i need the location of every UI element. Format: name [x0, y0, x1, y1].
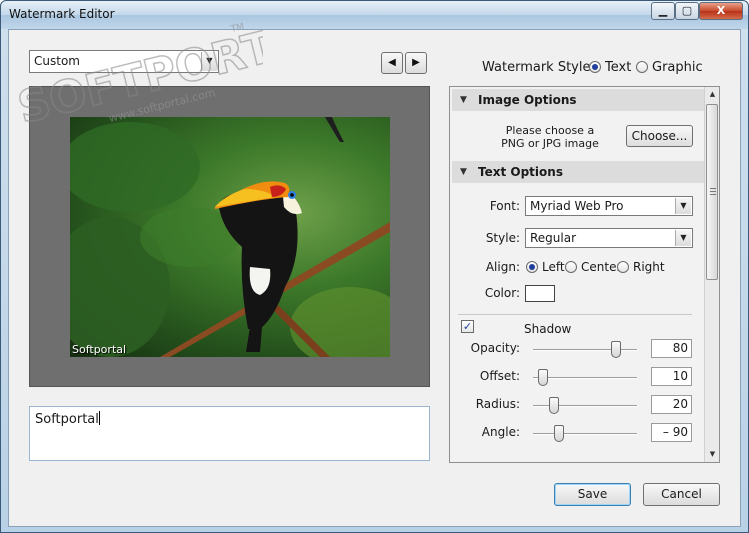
- angle-value: – 90: [662, 425, 688, 439]
- opacity-slider-thumb[interactable]: [611, 341, 622, 358]
- previous-preset-button[interactable]: ◀: [381, 52, 403, 74]
- style-radio-graphic[interactable]: Graphic: [636, 60, 703, 75]
- style-radio-text[interactable]: Text: [589, 60, 631, 75]
- maximize-button[interactable]: ▢: [675, 2, 699, 20]
- collapse-triangle-icon[interactable]: ▼: [460, 161, 467, 183]
- style-label: Style:: [485, 231, 520, 245]
- opacity-value: 80: [672, 341, 688, 355]
- opacity-value-field[interactable]: 80: [651, 339, 692, 358]
- align-center-label: Center: [581, 260, 622, 274]
- image-options-header[interactable]: ▼ Image Options: [452, 89, 704, 111]
- style-radio-graphic-label: Graphic: [652, 60, 703, 75]
- style-dropdown[interactable]: Regular ▼: [525, 228, 693, 248]
- watermark-text-input[interactable]: Softportal: [29, 406, 430, 461]
- angle-slider-thumb[interactable]: [554, 425, 564, 442]
- close-button[interactable]: X: [699, 2, 743, 20]
- preview-watermark-text: Softportal: [72, 343, 127, 356]
- save-button[interactable]: Save: [554, 483, 631, 506]
- grip-line: [710, 191, 716, 192]
- choose-image-label: Choose...: [631, 129, 688, 143]
- radio-selected-icon[interactable]: [589, 61, 601, 73]
- style-value: Regular: [530, 231, 577, 245]
- style-radio-text-label: Text: [605, 60, 632, 75]
- offset-slider-track[interactable]: [533, 377, 637, 379]
- preset-value: Custom: [34, 54, 80, 68]
- preview-area: Softportal: [29, 86, 430, 387]
- cancel-label: Cancel: [661, 487, 702, 501]
- watermark-style-label: Watermark Style:: [482, 60, 595, 75]
- image-options-title: Image Options: [478, 93, 577, 107]
- chevron-down-icon[interactable]: ▼: [675, 230, 691, 246]
- align-label: Align:: [485, 260, 520, 274]
- text-options-title: Text Options: [478, 165, 563, 179]
- radio-unselected-icon[interactable]: [565, 261, 577, 273]
- options-divider: [458, 314, 692, 315]
- save-label: Save: [577, 487, 608, 501]
- options-scrollbar[interactable]: ▲ ▼: [704, 87, 719, 462]
- font-label: Font:: [489, 199, 520, 213]
- scroll-down-icon[interactable]: ▼: [705, 447, 719, 462]
- opacity-label: Opacity:: [470, 341, 520, 355]
- offset-slider-thumb[interactable]: [538, 369, 549, 386]
- color-swatch[interactable]: [525, 285, 555, 302]
- text-options-header[interactable]: ▼ Text Options: [452, 161, 704, 183]
- preset-dropdown[interactable]: Custom ▼: [29, 50, 219, 73]
- radius-value-field[interactable]: 20: [651, 395, 692, 414]
- scrollbar-thumb[interactable]: [706, 104, 718, 280]
- shadow-checkbox[interactable]: ✓: [461, 320, 474, 333]
- angle-value-field[interactable]: – 90: [651, 423, 692, 442]
- next-preset-button[interactable]: ▶: [405, 52, 427, 74]
- radio-unselected-icon[interactable]: [617, 261, 629, 273]
- offset-value: 10: [672, 369, 688, 383]
- toucan-image: [70, 117, 390, 357]
- radius-value: 20: [672, 397, 688, 411]
- align-radio-center[interactable]: Center: [565, 260, 621, 274]
- toucan-photo: Softportal: [70, 117, 390, 357]
- font-dropdown[interactable]: Myriad Web Pro ▼: [525, 196, 693, 216]
- grip-line: [710, 188, 716, 189]
- minimize-button[interactable]: ▁: [651, 2, 675, 20]
- angle-label: Angle:: [481, 425, 520, 439]
- radius-slider-thumb[interactable]: [548, 397, 559, 414]
- arrow-right-icon: ▶: [412, 57, 420, 68]
- radio-selected-icon[interactable]: [526, 261, 538, 273]
- radio-unselected-icon[interactable]: [636, 61, 648, 73]
- shadow-label: Shadow: [524, 322, 572, 336]
- checkmark-icon: ✓: [462, 320, 473, 333]
- grip-line: [710, 194, 716, 195]
- radius-label: Radius:: [475, 397, 520, 411]
- align-right-label: Right: [633, 260, 665, 274]
- angle-slider-track[interactable]: [533, 433, 637, 435]
- font-value: Myriad Web Pro: [530, 199, 624, 213]
- align-radio-left[interactable]: Left: [526, 260, 565, 274]
- window-title: Watermark Editor: [9, 7, 115, 21]
- collapse-triangle-icon[interactable]: ▼: [460, 89, 467, 111]
- arrow-left-icon: ◀: [388, 57, 396, 68]
- cancel-button[interactable]: Cancel: [643, 483, 720, 506]
- choose-prompt-line1: Please choose a: [505, 124, 595, 137]
- offset-label: Offset:: [479, 369, 520, 383]
- align-left-label: Left: [542, 260, 565, 274]
- choose-image-button[interactable]: Choose...: [626, 125, 693, 147]
- choose-prompt-line2: PNG or JPG image: [501, 137, 599, 150]
- scroll-up-icon[interactable]: ▲: [705, 87, 719, 102]
- close-icon: X: [716, 4, 726, 17]
- dialog-body: Custom ▼ ◀ ▶ Watermark Style: Text Graph…: [8, 29, 741, 527]
- minimize-icon: ▁: [658, 4, 668, 17]
- offset-value-field[interactable]: 10: [651, 367, 692, 386]
- align-radio-right[interactable]: Right: [617, 260, 665, 274]
- opacity-slider-track[interactable]: [533, 349, 637, 351]
- text-caret: [98, 411, 100, 425]
- chevron-down-icon[interactable]: ▼: [675, 198, 691, 214]
- watermark-editor-window: Watermark Editor ▁ ▢ X Custom ▼ ◀ ▶ Wate…: [0, 0, 749, 533]
- color-label: Color:: [484, 286, 520, 300]
- maximize-icon: ▢: [681, 4, 693, 17]
- options-panel: ▼ Image Options Please choose a PNG or J…: [449, 86, 720, 463]
- title-bar[interactable]: Watermark Editor ▁ ▢ X: [1, 1, 748, 29]
- chevron-down-icon[interactable]: ▼: [201, 52, 217, 71]
- watermark-text-value: Softportal: [35, 412, 99, 427]
